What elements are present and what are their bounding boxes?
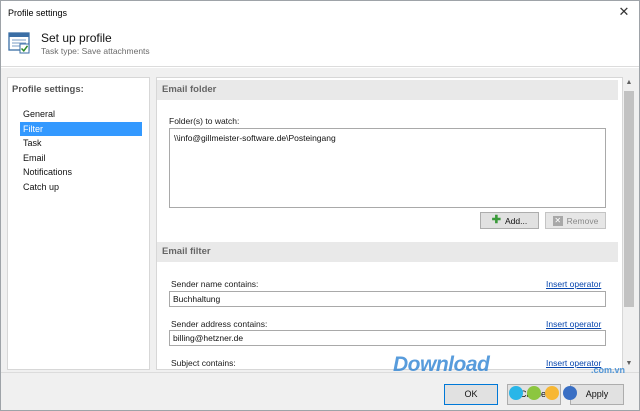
ok-button[interactable]: OK [444,384,498,405]
sidebar-list: General Filter Task Email Notifications … [20,107,142,194]
sidebar-item-notifications[interactable]: Notifications [20,165,142,180]
settings-form-icon [8,32,30,54]
sidebar-item-general[interactable]: General [20,107,142,122]
sender-name-insert-operator-link[interactable]: Insert operator [546,279,601,289]
scroll-up-icon[interactable]: ▲ [623,77,635,89]
subject-insert-operator-link[interactable]: Insert operator [546,358,601,368]
sidebar-item-email[interactable]: Email [20,151,142,166]
profile-settings-window: Profile settings ✕ Set up profile Task t… [0,0,640,411]
remove-folder-label: Remove [566,215,599,226]
folders-label: Folder(s) to watch: [169,116,240,126]
subject-label: Subject contains: [171,358,236,368]
folders-list[interactable]: \\info@gillmeister-software.de\Posteinga… [169,128,606,208]
remove-icon: ✕ [552,215,563,226]
sender-address-insert-operator-link[interactable]: Insert operator [546,319,601,329]
page-title: Set up profile [41,31,112,45]
scroll-down-icon[interactable]: ▼ [623,358,635,370]
close-icon[interactable]: ✕ [617,5,631,19]
folder-item[interactable]: \\info@gillmeister-software.de\Posteinga… [174,133,336,143]
sidebar: Profile settings: General Filter Task Em… [7,77,150,370]
sidebar-item-filter[interactable]: Filter [20,121,142,136]
sender-address-input[interactable]: billing@hetzner.de [169,330,606,346]
window-title: Profile settings [8,8,68,18]
plus-icon: ✚ [491,214,501,226]
scrollbar-thumb[interactable] [624,91,634,307]
sidebar-heading: Profile settings: [12,84,84,95]
sidebar-item-task[interactable]: Task [20,136,142,151]
email-filter-heading: Email filter [157,242,618,262]
dialog-header: Set up profile Task type: Save attachmen… [1,25,639,67]
content-area: Profile settings: General Filter Task Em… [1,68,639,372]
remove-folder-button[interactable]: ✕ Remove [545,212,606,229]
email-folder-heading: Email folder [157,80,618,100]
dialog-footer: OK Cancel Apply [1,372,639,410]
settings-panel: Email folder Folder(s) to watch: \\info@… [156,77,623,370]
sidebar-item-catch-up[interactable]: Catch up [20,180,142,195]
sender-address-label: Sender address contains: [171,319,268,329]
cancel-button[interactable]: Cancel [507,384,561,405]
title-bar: Profile settings ✕ [1,1,639,25]
add-folder-label: Add... [505,215,528,226]
add-folder-button[interactable]: ✚ Add... [480,212,539,229]
sender-name-input[interactable]: Buchhaltung [169,291,606,307]
sender-name-label: Sender name contains: [171,279,259,289]
task-type-subtitle: Task type: Save attachments [41,46,150,56]
apply-button[interactable]: Apply [570,384,624,405]
panel-scrollbar[interactable]: ▲ ▼ [623,77,635,370]
